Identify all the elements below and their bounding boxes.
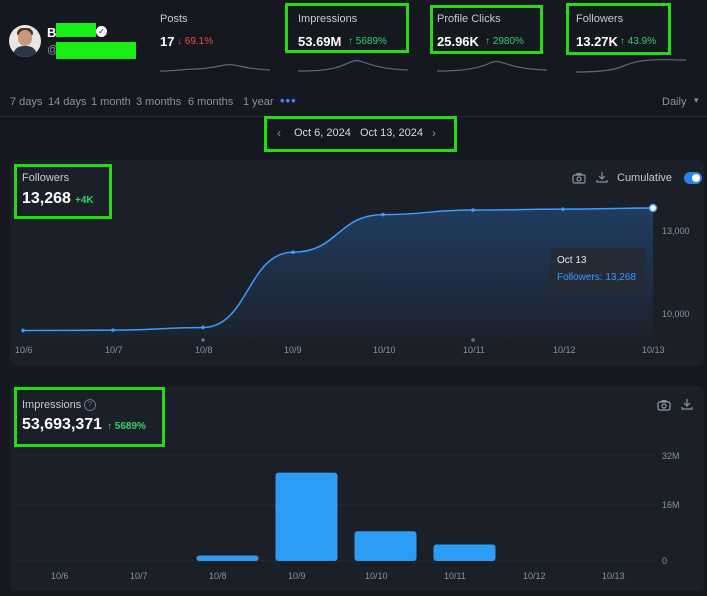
impressions-bar: [275, 472, 338, 561]
redaction-mark: [56, 42, 136, 59]
stat-profile-clicks[interactable]: Profile Clicks 25.96K ↑ 2980%: [437, 13, 547, 75]
x-tick-label: 10/9: [288, 571, 306, 581]
data-point: [471, 208, 475, 212]
impressions-panel: Impressions ? 53,693,371 ↑ 5689% 32M 16M…: [10, 386, 704, 591]
interval-select[interactable]: Daily: [662, 96, 686, 108]
stat-value: 53.69M: [298, 34, 342, 49]
stat-followers[interactable]: Followers 13.27K ↑ 43.9%: [576, 13, 686, 75]
data-point: [648, 203, 658, 213]
range-1-year[interactable]: 1 year: [243, 96, 274, 108]
stat-label: Followers: [576, 13, 624, 25]
x-tick-label: 10/12: [523, 571, 546, 581]
data-point: [201, 325, 205, 330]
stat-label: Profile Clicks: [437, 13, 501, 25]
x-tick-label: 10/6: [15, 345, 33, 355]
avatar[interactable]: [9, 25, 41, 57]
range-7-days[interactable]: 7 days: [10, 96, 42, 108]
y-tick-label: 0: [662, 556, 668, 566]
x-tick-label: 10/10: [373, 345, 396, 355]
y-tick-label: 32M: [662, 451, 680, 461]
x-tick-label: 10/8: [195, 345, 213, 355]
tooltip-value: Followers: 13,268: [557, 272, 636, 283]
x-tick-label: 10/9: [284, 345, 302, 355]
range-6-months[interactable]: 6 months: [188, 96, 233, 108]
x-tick-label: 10/11: [463, 345, 485, 355]
chevron-right-icon[interactable]: ›: [432, 126, 436, 140]
x-tick-label: 10/7: [105, 345, 123, 355]
date-range-end[interactable]: Oct 13, 2024: [360, 127, 423, 139]
data-point: [111, 328, 115, 332]
stat-posts[interactable]: Posts 17 ↓ 69.1%: [160, 13, 270, 75]
data-point: [21, 328, 25, 333]
x-tick-label: 10/13: [642, 345, 665, 355]
chart-tooltip: Oct 13 Followers: 13,268: [550, 248, 645, 294]
x-tick-label: 10/10: [365, 571, 388, 581]
stat-value: 25.96K: [437, 34, 479, 49]
sparkline: [437, 60, 547, 72]
redaction-mark: [56, 23, 96, 37]
profile-name: B: [47, 25, 57, 40]
y-tick-label: 16M: [662, 500, 680, 510]
data-point: [381, 212, 385, 217]
x-tick-label: 10/6: [51, 571, 69, 581]
stat-label: Posts: [160, 13, 188, 25]
y-tick-label: 10,000: [662, 309, 690, 319]
impressions-chart: [18, 454, 655, 562]
stat-change: ↓ 69.1%: [177, 36, 214, 47]
stat-value: 13.27K: [576, 34, 618, 49]
stat-change: ↑ 5689%: [348, 36, 387, 47]
date-range-start[interactable]: Oct 6, 2024: [294, 127, 351, 139]
chevron-left-icon[interactable]: ‹: [277, 126, 281, 140]
date-range-navigator: ‹ Oct 6, 2024 Oct 13, 2024 ›: [268, 119, 454, 149]
stat-value: 17: [160, 34, 175, 49]
axis-marker: [471, 338, 475, 342]
y-tick-label: 13,000: [662, 226, 690, 236]
divider: [0, 116, 707, 117]
range-14-days[interactable]: 14 days: [48, 96, 87, 108]
verified-badge-icon: ✓: [96, 26, 107, 37]
stat-change: ↑ 43.9%: [620, 36, 657, 47]
impressions-bar: [433, 544, 496, 561]
chevron-down-icon[interactable]: ▾: [694, 95, 699, 106]
x-tick-label: 10/8: [209, 571, 227, 581]
range-3-months[interactable]: 3 months: [136, 96, 181, 108]
axis-marker: [201, 338, 205, 342]
data-point: [561, 207, 565, 211]
x-tick-label: 10/12: [553, 345, 576, 355]
x-tick-label: 10/7: [130, 571, 148, 581]
tooltip-date: Oct 13: [557, 255, 587, 266]
sparkline: [298, 59, 408, 72]
sparkline: [160, 63, 270, 72]
stat-label: Impressions: [298, 13, 358, 25]
range-1-month[interactable]: 1 month: [91, 96, 131, 108]
sparkline: [576, 58, 686, 73]
more-ranges-icon[interactable]: •••: [280, 93, 297, 108]
data-point: [291, 250, 295, 254]
followers-panel: Followers 13,268 +4K Cumulative 13,000 1…: [10, 160, 704, 366]
x-tick-label: 10/13: [602, 571, 625, 581]
impressions-bar: [196, 555, 259, 561]
stat-change: ↑ 2980%: [485, 36, 524, 47]
stat-impressions[interactable]: Impressions 53.69M ↑ 5689%: [298, 13, 408, 75]
x-tick-label: 10/11: [444, 571, 466, 581]
impressions-bar: [354, 531, 417, 561]
